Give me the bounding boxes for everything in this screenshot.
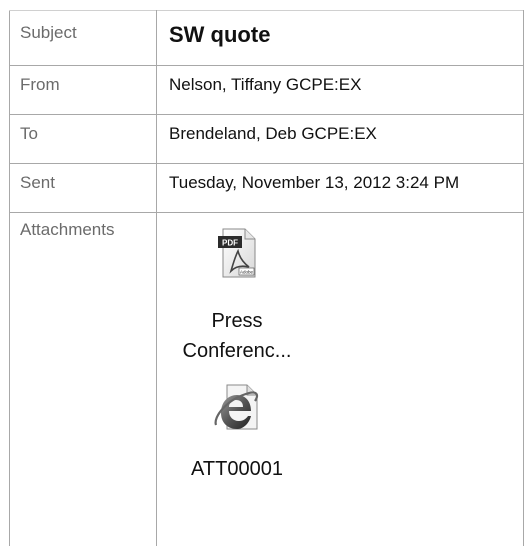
attachments-row: Attachments PDF bbox=[10, 213, 524, 546]
svg-text:Adobe: Adobe bbox=[240, 270, 254, 275]
attachments-label: Attachments bbox=[10, 213, 157, 546]
subject-value: SW quote bbox=[157, 11, 524, 66]
pdf-file-icon[interactable]: PDF Adobe bbox=[157, 227, 317, 288]
sent-value: Tuesday, November 13, 2012 3:24 PM bbox=[157, 164, 524, 213]
to-value: Brendeland, Deb GCPE:EX bbox=[157, 115, 524, 164]
svg-text:PDF: PDF bbox=[222, 239, 238, 248]
attachment-pdf[interactable]: PDF Adobe Press Conferenc... bbox=[157, 227, 317, 366]
email-header-table: Subject SW quote From Nelson, Tiffany GC… bbox=[9, 10, 524, 546]
subject-row: Subject SW quote bbox=[10, 11, 524, 66]
sent-row: Sent Tuesday, November 13, 2012 3:24 PM bbox=[10, 164, 524, 213]
attachment-html[interactable]: ATT00001 bbox=[157, 383, 317, 484]
to-label: To bbox=[10, 115, 157, 164]
attachment-name-line1: Press bbox=[157, 306, 317, 336]
attachment-name: ATT00001 bbox=[157, 454, 317, 484]
attachments-area: PDF Adobe Press Conferenc... bbox=[157, 213, 524, 546]
from-value: Nelson, Tiffany GCPE:EX bbox=[157, 66, 524, 115]
sent-label: Sent bbox=[10, 164, 157, 213]
attachment-name-line2: Conferenc... bbox=[157, 336, 317, 366]
subject-label: Subject bbox=[10, 11, 157, 66]
to-row: To Brendeland, Deb GCPE:EX bbox=[10, 115, 524, 164]
from-label: From bbox=[10, 66, 157, 115]
from-row: From Nelson, Tiffany GCPE:EX bbox=[10, 66, 524, 115]
internet-explorer-html-icon[interactable] bbox=[157, 383, 317, 444]
